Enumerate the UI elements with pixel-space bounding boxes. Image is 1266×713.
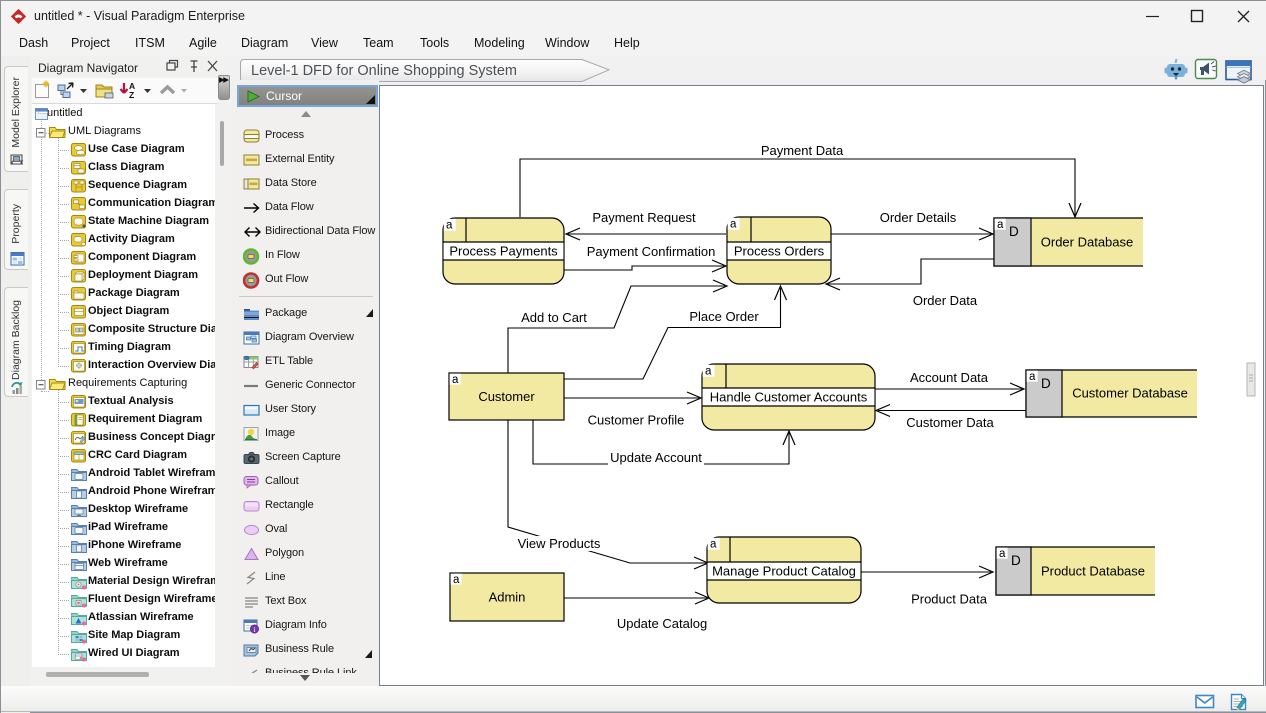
svg-text:D: D bbox=[1011, 553, 1021, 568]
svg-text:a: a bbox=[452, 374, 459, 386]
svg-text:i: i bbox=[253, 625, 255, 634]
svg-text:a: a bbox=[446, 220, 453, 232]
svg-text:D: D bbox=[1009, 224, 1019, 239]
svg-text:Place Order: Place Order bbox=[689, 309, 759, 324]
svg-text:Handle Customer Accounts: Handle Customer Accounts bbox=[710, 390, 868, 405]
svg-text:Level-1 DFD for Online Shoppin: Level-1 DFD for Online Shopping System bbox=[251, 63, 517, 79]
svg-text:a: a bbox=[1029, 371, 1036, 383]
svg-text:Process Payments: Process Payments bbox=[449, 244, 558, 259]
svg-text:Admin: Admin bbox=[489, 590, 526, 605]
svg-text:Update Account: Update Account bbox=[610, 450, 702, 465]
svg-text:Customer: Customer bbox=[478, 389, 535, 404]
svg-text:Customer Profile: Customer Profile bbox=[588, 413, 685, 428]
svg-text:Z: Z bbox=[129, 90, 134, 100]
svg-text:Product Data: Product Data bbox=[911, 592, 988, 607]
svg-text:Payment Request: Payment Request bbox=[592, 210, 696, 225]
svg-text:Account Data: Account Data bbox=[910, 370, 989, 385]
svg-text:a: a bbox=[999, 548, 1006, 560]
svg-text:Product Database: Product Database bbox=[1041, 564, 1145, 579]
svg-text:Customer Data: Customer Data bbox=[906, 415, 994, 430]
svg-text:a: a bbox=[997, 219, 1004, 231]
svg-text:Payment Confirmation: Payment Confirmation bbox=[587, 244, 716, 259]
svg-text:View Products: View Products bbox=[518, 536, 601, 551]
svg-text:a: a bbox=[710, 539, 717, 551]
svg-text:Process Orders: Process Orders bbox=[734, 244, 825, 259]
svg-text:Add to Cart: Add to Cart bbox=[521, 310, 587, 325]
svg-text:a: a bbox=[730, 219, 737, 231]
svg-text:Order Data: Order Data bbox=[913, 293, 978, 308]
svg-text:Update Catalog: Update Catalog bbox=[617, 616, 707, 631]
svg-text:Manage Product Catalog: Manage Product Catalog bbox=[712, 564, 856, 579]
svg-text:Order Database: Order Database bbox=[1041, 235, 1134, 250]
svg-text:D: D bbox=[1041, 376, 1051, 391]
svg-text:Order Details: Order Details bbox=[880, 210, 957, 225]
svg-text:Customer Database: Customer Database bbox=[1072, 386, 1188, 401]
svg-text:a: a bbox=[705, 366, 712, 378]
svg-text:a: a bbox=[453, 574, 460, 586]
svg-text:Payment Data: Payment Data bbox=[761, 143, 844, 158]
